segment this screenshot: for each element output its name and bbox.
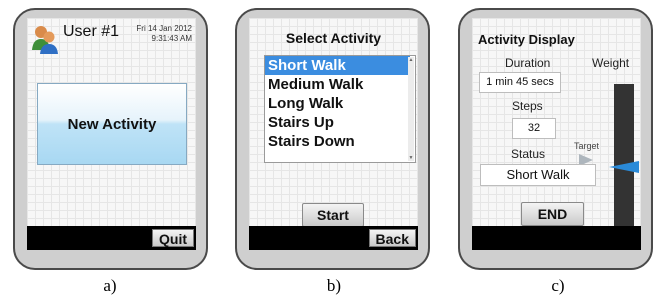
steps-value: 32 [512,118,556,139]
caption-a: a) [103,276,117,295]
status-value: Short Walk [480,164,596,186]
scroll-down-icon[interactable]: ▼ [408,155,414,161]
steps-label: Steps [512,99,543,113]
date-text: Fri 14 Jan 2012 [136,24,192,33]
bottom-bar: Back [249,226,418,250]
user-avatar-icon [32,26,58,54]
target-label: Target [574,141,600,151]
bottom-bar [472,226,641,250]
duration-label: Duration [505,56,551,70]
activity-display-screen: Activity Display Duration Weight 1 min 4… [472,18,641,250]
back-button[interactable]: Back [368,229,416,247]
device-frame-b: Select Activity Short Walk Medium Walk L… [235,8,430,270]
caption-c: c) [551,276,565,295]
status-label: Status [511,147,546,161]
device-frame-a: User #1 Fri 14 Jan 2012 9:31:43 AM New A… [13,8,208,270]
caption-b: b) [326,276,342,295]
end-button[interactable]: END [521,202,584,226]
weight-level-marker-icon [609,161,639,173]
page-title: Activity Display [478,32,575,47]
list-item-stairs-down[interactable]: Stairs Down [265,132,410,151]
list-item-short-walk[interactable]: Short Walk [265,56,410,75]
start-button[interactable]: Start [302,203,364,227]
duration-value: 1 min 45 secs [479,72,561,93]
weight-label: Weight [592,56,630,70]
device-frame-c: Activity Display Duration Weight 1 min 4… [458,8,653,270]
scroll-up-icon[interactable]: ▲ [408,57,414,63]
list-scrollbar[interactable]: ▲ ▼ [408,57,414,161]
time-text: 9:31:43 AM [151,34,192,43]
list-item-medium-walk[interactable]: Medium Walk [265,75,410,94]
home-screen: User #1 Fri 14 Jan 2012 9:31:43 AM New A… [27,18,196,250]
activity-list[interactable]: Short Walk Medium Walk Long Walk Stairs … [264,55,416,163]
list-item-long-walk[interactable]: Long Walk [265,94,410,113]
bottom-bar: Quit [27,226,196,250]
weight-gauge [614,84,634,232]
page-title: Select Activity [285,30,382,46]
quit-button[interactable]: Quit [152,229,194,247]
user-name: User #1 [63,23,120,40]
select-activity-screen: Select Activity Short Walk Medium Walk L… [249,18,418,250]
list-item-stairs-up[interactable]: Stairs Up [265,113,410,132]
date-time-display: Fri 14 Jan 2012 9:31:43 AM [136,24,192,44]
new-activity-button[interactable]: New Activity [37,83,187,165]
